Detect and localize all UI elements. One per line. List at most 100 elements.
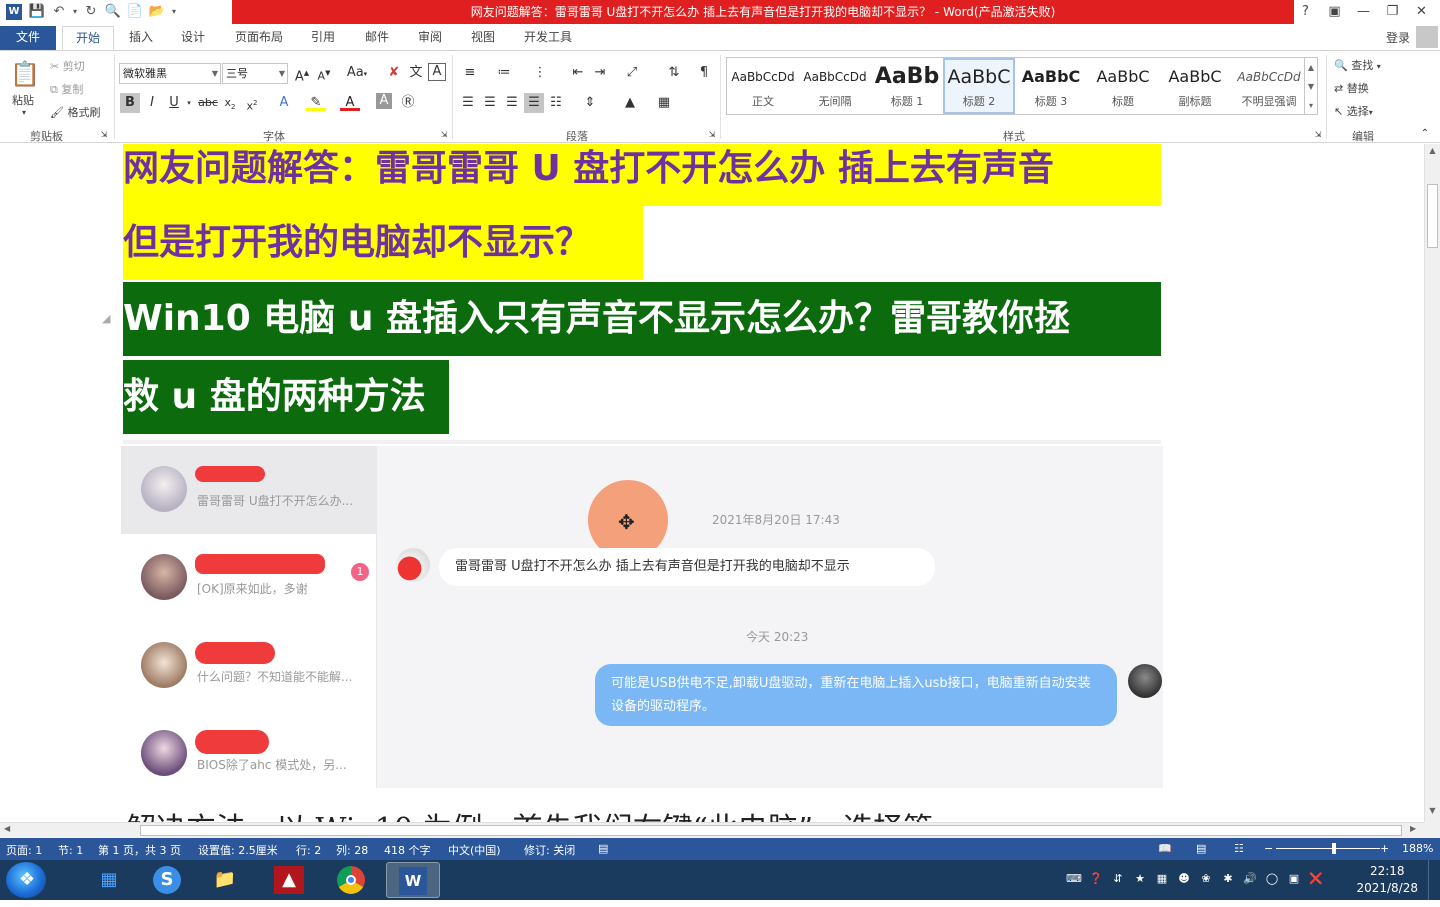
clipboard-launcher-icon[interactable]: ⇲ <box>98 129 110 141</box>
status-word-count[interactable]: 418 个字 <box>384 842 431 858</box>
customize-qat-icon[interactable]: ▾ <box>168 2 180 22</box>
cut-button[interactable]: ✂ 剪切 <box>50 58 85 74</box>
grow-font-icon[interactable]: A▲ <box>292 63 312 84</box>
replace-button[interactable]: ⇄ 替换 <box>1334 80 1369 96</box>
new-document-icon[interactable]: 📄 <box>124 2 146 22</box>
italic-icon[interactable]: I <box>142 93 162 113</box>
device-icon[interactable]: ▣ <box>1286 871 1302 887</box>
keyboard-icon[interactable]: ⌨ <box>1066 871 1082 887</box>
style-heading-2[interactable]: AaBbC 标题 2 <box>943 58 1015 114</box>
zoom-in-icon[interactable]: + <box>1380 842 1389 855</box>
close-button[interactable]: ✕ <box>1407 0 1436 24</box>
document-area[interactable]: ◢ 网友问题解答：雷哥雷哥 U 盘打不开怎么办 插上去有声音 但是打开我的电脑却… <box>0 144 1424 822</box>
align-left-icon[interactable]: ☰ <box>458 93 478 113</box>
distributed-icon[interactable]: ☷ <box>546 93 566 113</box>
scroll-down-icon[interactable]: ▼ <box>1425 806 1440 815</box>
tab-design[interactable]: 设计 <box>172 26 214 50</box>
print-preview-icon[interactable]: 🔍 <box>102 2 124 22</box>
status-row[interactable]: 行: 2 <box>296 842 321 858</box>
taskbar-app-autocad[interactable]: ▲ <box>262 862 316 898</box>
align-center-icon[interactable]: ☰ <box>480 93 500 113</box>
font-size-dropdown[interactable]: 三号 ▼ <box>222 63 288 84</box>
tab-review[interactable]: 审阅 <box>409 26 451 50</box>
style-normal[interactable]: AaBbCcDd 正文 <box>727 58 799 114</box>
minimize-button[interactable]: — <box>1349 0 1378 24</box>
taskbar-app-files[interactable]: 📁 <box>198 862 252 898</box>
subscript-icon[interactable]: x2 <box>220 93 240 113</box>
status-setting[interactable]: 设置值: 2.5厘米 <box>198 842 278 858</box>
decrease-indent-icon[interactable]: ⇤ <box>568 63 588 83</box>
vertical-scrollbar[interactable]: ▲ ▼ <box>1424 144 1440 822</box>
copy-button[interactable]: ⧉ 复制 <box>50 81 83 97</box>
sogou-tray-icon[interactable]: ★ <box>1132 871 1148 887</box>
scroll-left-icon[interactable]: ◀ <box>4 824 10 833</box>
status-section[interactable]: 节: 1 <box>58 842 83 858</box>
status-page[interactable]: 页面: 1 <box>6 842 42 858</box>
styles-launcher-icon[interactable]: ⇲ <box>1312 129 1324 141</box>
justify-icon[interactable]: ☰ <box>524 93 544 113</box>
save-icon[interactable]: 💾 <box>26 2 48 22</box>
status-page-count[interactable]: 第 1 页，共 3 页 <box>98 842 181 858</box>
style-no-spacing[interactable]: AaBbCcDd 无间隔 <box>799 58 871 114</box>
undo-dropdown-icon[interactable]: ▾ <box>70 2 80 22</box>
clear-formatting-icon[interactable]: ✘ <box>384 63 404 83</box>
bullets-icon[interactable]: ≡ <box>460 63 480 83</box>
multilevel-list-icon[interactable]: ⋮ <box>530 63 550 83</box>
network-icon[interactable]: ⇵ <box>1110 871 1126 887</box>
font-launcher-icon[interactable]: ⇲ <box>438 129 450 141</box>
read-mode-icon[interactable]: 📖 <box>1158 842 1172 855</box>
phonetic-guide-icon[interactable]: 文 <box>406 63 426 83</box>
line-spacing-icon[interactable]: ⇕ <box>580 93 600 113</box>
style-subtle-emphasis[interactable]: AaBbCcDd 不明显强调 <box>1231 58 1307 114</box>
scroll-thumb[interactable] <box>140 825 1402 836</box>
show-desktop-button[interactable] <box>1428 860 1440 900</box>
enclose-characters-icon[interactable]: Ⓡ <box>398 93 418 113</box>
font-color-icon[interactable]: A <box>340 93 360 111</box>
align-right-icon[interactable]: ☰ <box>502 93 522 113</box>
character-shading-icon[interactable]: A <box>376 93 392 109</box>
borders-icon[interactable]: ▦ <box>654 93 674 113</box>
paragraph-launcher-icon[interactable]: ⇲ <box>706 129 718 141</box>
chinese-layout-icon[interactable]: ⤢ <box>622 63 642 83</box>
tab-mailings[interactable]: 邮件 <box>356 26 398 50</box>
collapse-heading-icon[interactable]: ◢ <box>102 312 110 325</box>
strikethrough-icon[interactable]: abc <box>198 93 218 113</box>
sort-icon[interactable]: ⇅ <box>664 63 684 83</box>
paste-dropdown-icon[interactable]: ▾ <box>22 108 26 117</box>
superscript-icon[interactable]: x2 <box>242 93 262 113</box>
tab-developer[interactable]: 开发工具 <box>516 26 580 50</box>
increase-indent-icon[interactable]: ⇥ <box>590 63 610 83</box>
bold-icon[interactable]: B <box>120 93 140 113</box>
underline-dropdown-icon[interactable]: ▾ <box>184 93 194 113</box>
taskbar-clock[interactable]: 22:18 2021/8/28 <box>1356 863 1418 897</box>
zoom-level[interactable]: 188% <box>1402 842 1433 855</box>
find-button[interactable]: 🔍 查找 ▾ <box>1334 57 1381 73</box>
status-column[interactable]: 列: 28 <box>336 842 368 858</box>
numbering-icon[interactable]: ≔ <box>494 63 514 83</box>
start-button[interactable]: ❖ <box>6 862 46 898</box>
format-painter-button[interactable]: 🖌 格式刷 <box>50 104 100 120</box>
paste-icon[interactable]: 📋 <box>10 59 40 89</box>
help-icon[interactable]: ❓ <box>1088 871 1104 887</box>
taskbar-app-sogou[interactable]: S <box>140 862 194 898</box>
taskbar-app-word[interactable]: W <box>386 862 440 898</box>
macro-record-icon[interactable]: ▤ <box>598 842 608 855</box>
qq-icon[interactable]: ☻ <box>1176 871 1192 887</box>
paste-button[interactable]: 粘贴 <box>12 92 34 108</box>
undo-icon[interactable]: ↶ <box>48 2 70 22</box>
app-tray-icon[interactable]: ▦ <box>1154 871 1170 887</box>
scroll-right-icon[interactable]: ▶ <box>1410 824 1416 833</box>
volume-icon[interactable]: 🔊 <box>1242 871 1258 887</box>
style-heading-1[interactable]: AaBb 标题 1 <box>871 58 943 114</box>
open-folder-icon[interactable]: 📂 <box>146 2 168 22</box>
style-title[interactable]: AaBbC 标题 <box>1087 58 1159 114</box>
tab-home[interactable]: 开始 <box>62 26 114 50</box>
help-button[interactable]: ? <box>1291 0 1320 24</box>
antivirus-icon[interactable]: ✱ <box>1220 871 1236 887</box>
highlight-color-icon[interactable]: ✎ <box>306 93 326 111</box>
display-icon[interactable]: ◯ <box>1264 871 1280 887</box>
redo-icon[interactable]: ↻ <box>80 2 102 22</box>
tab-view[interactable]: 视图 <box>462 26 504 50</box>
shading-icon[interactable]: ▲ <box>620 93 640 113</box>
select-button[interactable]: ↖ 选择▾ <box>1334 103 1373 119</box>
